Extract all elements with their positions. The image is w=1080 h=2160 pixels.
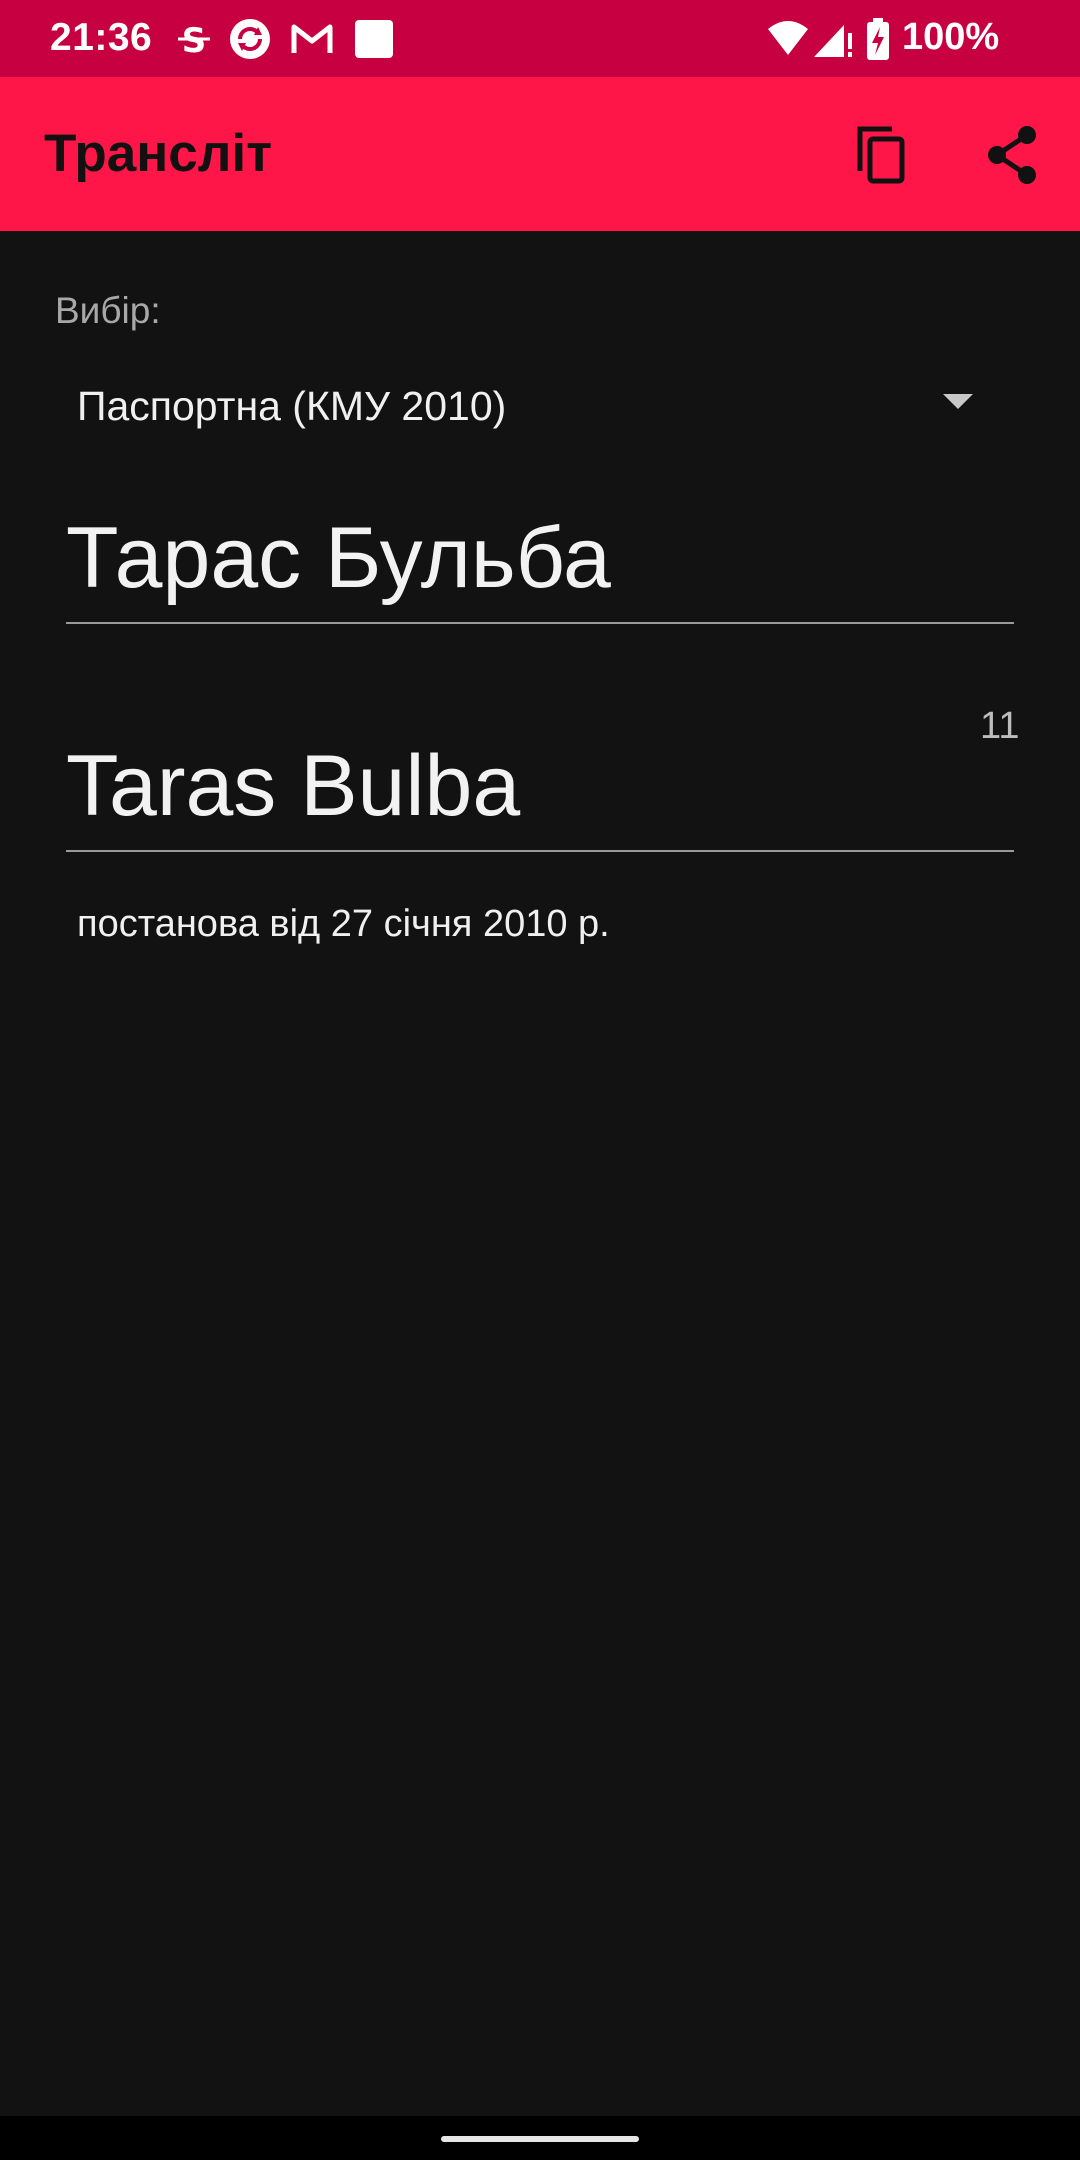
copy-icon	[857, 126, 905, 184]
share-button[interactable]	[973, 115, 1053, 195]
copy-button[interactable]	[842, 115, 922, 195]
character-counter: 11	[980, 705, 1020, 747]
selected-system: Паспортна (КМУ 2010)	[77, 383, 507, 429]
wifi-icon	[766, 17, 810, 61]
status-bar: 21:36 S 100%	[0, 0, 1080, 77]
cyrillic-input-field[interactable]: Тарас Бульба	[66, 510, 1014, 624]
gmail-icon	[290, 17, 334, 61]
sync-icon	[228, 17, 272, 61]
share-icon	[988, 126, 1036, 184]
battery-percentage: 100%	[902, 16, 1000, 58]
latin-output-value: Taras Bulba	[66, 738, 521, 834]
app-bar: Трансліт	[0, 77, 1080, 231]
regulation-note: постанова від 27 січня 2010 р.	[77, 903, 610, 945]
status-time: 21:36	[50, 16, 153, 59]
battery-charging-icon	[864, 17, 892, 61]
selector-label: Вибір:	[55, 290, 161, 331]
square-app-icon	[352, 17, 396, 61]
app-title: Трансліт	[44, 124, 273, 183]
screen: 21:36 S 100% Трансліт Вибір: Паспортна (…	[0, 0, 1080, 2160]
notification-s-icon: S	[172, 17, 216, 61]
transliteration-system-select[interactable]: Паспортна (КМУ 2010)	[55, 360, 1015, 450]
cyrillic-input-value: Тарас Бульба	[66, 510, 611, 606]
latin-output-field[interactable]: Taras Bulba	[66, 738, 1014, 852]
navigation-bar	[0, 2116, 1080, 2160]
svg-text:S: S	[182, 21, 207, 61]
home-gesture-handle[interactable]	[441, 2136, 639, 2142]
dropdown-arrow-icon	[943, 394, 973, 409]
signal-icon	[812, 17, 856, 61]
